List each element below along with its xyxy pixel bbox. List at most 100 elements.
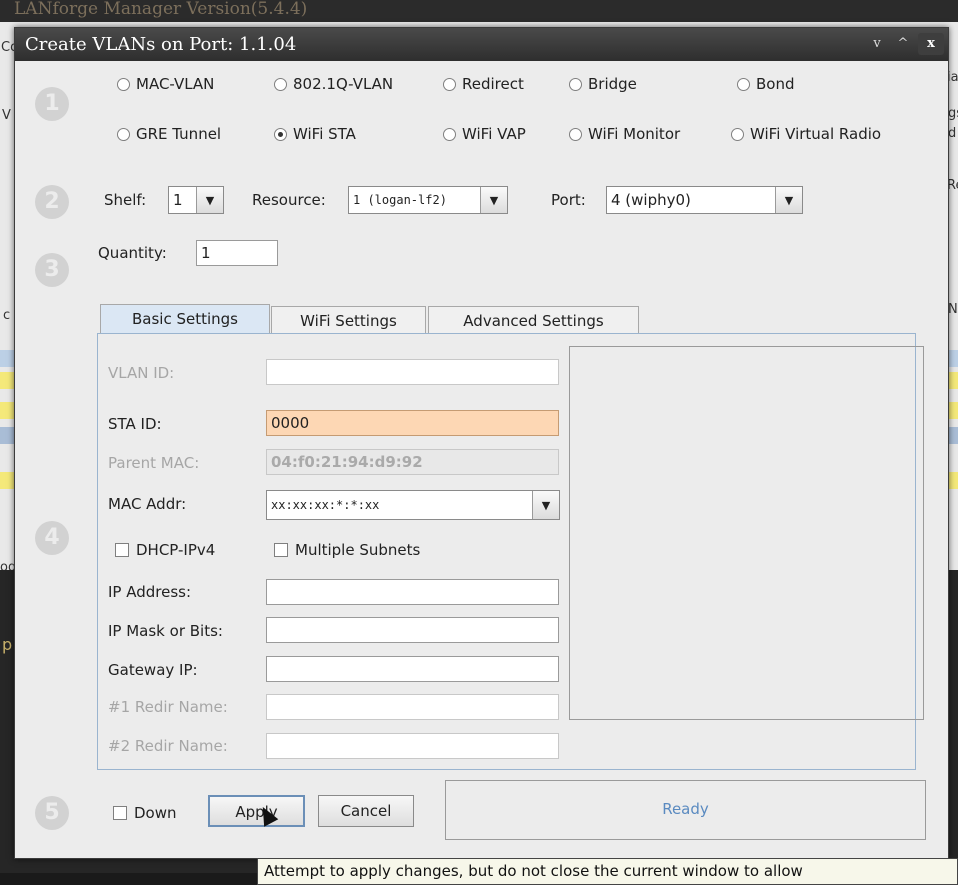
parent-mac-input: 04:f0:21:94:d9:92 xyxy=(266,449,559,475)
radio-label: GRE Tunnel xyxy=(136,125,222,143)
port-select[interactable]: 4 (wiphy0) ▼ xyxy=(606,186,803,214)
parent-mac-label: Parent MAC: xyxy=(108,454,200,472)
radio-label: WiFi Monitor xyxy=(588,125,681,143)
radio-button-icon xyxy=(117,77,130,91)
background-table-row xyxy=(0,350,14,367)
radio-button-selected-icon xyxy=(274,127,287,141)
mac-addr-select[interactable]: xx:xx:xx:*:*:xx ▼ xyxy=(266,490,560,520)
step-4-icon: 4 xyxy=(35,521,69,555)
radio-label: Bridge xyxy=(588,75,637,93)
tab-advanced-settings[interactable]: Advanced Settings xyxy=(428,306,639,335)
radio-button-icon xyxy=(443,77,456,91)
mac-addr-value: xx:xx:xx:*:*:xx xyxy=(271,498,380,512)
resource-value: 1 (logan-lf2) xyxy=(353,193,447,207)
dhcp-ipv4-checkbox[interactable]: DHCP-IPv4 xyxy=(115,541,215,559)
radio-button-icon xyxy=(731,127,744,141)
chevron-down-icon[interactable]: ▼ xyxy=(480,187,507,213)
background-table-row xyxy=(0,427,14,444)
background-edge-label: N xyxy=(948,302,958,317)
background-edge-label: p xyxy=(2,635,13,654)
radio-label: WiFi VAP xyxy=(462,125,526,143)
gateway-ip-input[interactable] xyxy=(266,656,559,682)
radio-label: WiFi STA xyxy=(293,125,356,143)
radio-label: MAC-VLAN xyxy=(136,75,215,93)
create-vlans-dialog: Create VLANs on Port: 1.1.04 v ^ x 1 2 3… xyxy=(14,27,949,859)
port-value: 4 (wiphy0) xyxy=(611,191,691,209)
radio-label: Redirect xyxy=(462,75,524,93)
ip-address-label: IP Address: xyxy=(108,583,192,601)
minimize-icon[interactable]: v xyxy=(864,33,890,55)
redir2-name-input[interactable] xyxy=(266,733,559,759)
close-icon[interactable]: x xyxy=(918,33,944,55)
sta-id-label: STA ID: xyxy=(108,415,162,433)
dialog-title-bar[interactable]: Create VLANs on Port: 1.1.04 v ^ x xyxy=(15,28,948,61)
step-3-icon: 3 xyxy=(35,253,69,287)
shelf-label: Shelf: xyxy=(104,191,147,209)
ip-address-input[interactable] xyxy=(266,579,559,605)
ip-mask-input[interactable] xyxy=(266,617,559,643)
down-checkbox[interactable]: Down xyxy=(113,804,177,822)
background-edge-label: d xyxy=(948,126,957,141)
quantity-input[interactable]: 1 xyxy=(196,240,278,266)
sta-id-input[interactable]: 0000 xyxy=(266,410,559,436)
checkbox-icon xyxy=(113,806,127,820)
tab-wifi-settings[interactable]: WiFi Settings xyxy=(271,306,426,335)
radio-button-icon xyxy=(274,77,287,91)
checkbox-label: Multiple Subnets xyxy=(295,541,421,559)
checkbox-icon xyxy=(274,543,288,557)
radio-label: WiFi Virtual Radio xyxy=(750,125,882,143)
chevron-down-icon[interactable]: ▼ xyxy=(196,187,223,213)
redir1-name-input[interactable] xyxy=(266,694,559,720)
radio-bond[interactable]: Bond xyxy=(737,75,795,93)
checkbox-label: DHCP-IPv4 xyxy=(136,541,216,559)
resource-label: Resource: xyxy=(252,191,326,209)
apply-tooltip: Attempt to apply changes, but do not clo… xyxy=(257,858,958,885)
vlan-id-label: VLAN ID: xyxy=(108,364,175,382)
port-label: Port: xyxy=(551,191,586,209)
dialog-title: Create VLANs on Port: 1.1.04 xyxy=(25,34,297,55)
background-app-title: LANforge Manager Version(5.4.4) xyxy=(0,0,958,22)
resource-select[interactable]: 1 (logan-lf2) ▼ xyxy=(348,186,508,214)
radio-mac-vlan[interactable]: MAC-VLAN xyxy=(117,75,214,93)
background-edge-label: c xyxy=(3,308,11,323)
background-edge-label: V xyxy=(2,108,11,123)
shelf-value: 1 xyxy=(173,191,183,209)
radio-button-icon xyxy=(569,77,582,91)
radio-redirect[interactable]: Redirect xyxy=(443,75,524,93)
mac-addr-label: MAC Addr: xyxy=(108,495,187,513)
maximize-icon[interactable]: ^ xyxy=(890,33,916,55)
checkbox-label: Down xyxy=(134,804,177,822)
radio-button-icon xyxy=(569,127,582,141)
step-1-icon: 1 xyxy=(35,87,69,121)
radio-wifi-vap[interactable]: WiFi VAP xyxy=(443,125,526,143)
status-panel: Ready xyxy=(445,780,926,840)
radio-label: 802.1Q-VLAN xyxy=(293,75,394,93)
radio-gre-tunnel[interactable]: GRE Tunnel xyxy=(117,125,221,143)
radio-button-icon xyxy=(443,127,456,141)
vlan-id-input[interactable] xyxy=(266,359,559,385)
tab-basic-settings[interactable]: Basic Settings xyxy=(100,304,270,335)
checkbox-icon xyxy=(115,543,129,557)
redir1-name-label: #1 Redir Name: xyxy=(108,698,228,716)
quantity-label: Quantity: xyxy=(98,244,167,262)
step-5-icon: 5 xyxy=(35,796,69,830)
radio-wifi-sta[interactable]: WiFi STA xyxy=(274,125,356,143)
radio-button-icon xyxy=(117,127,130,141)
radio-wifi-monitor[interactable]: WiFi Monitor xyxy=(569,125,680,143)
background-table-row xyxy=(0,372,14,389)
shelf-select[interactable]: 1 ▼ xyxy=(168,186,224,214)
chevron-down-icon[interactable]: ▼ xyxy=(532,491,559,519)
chevron-down-icon[interactable]: ▼ xyxy=(775,187,802,213)
multiple-subnets-checkbox[interactable]: Multiple Subnets xyxy=(274,541,420,559)
background-edge-label: gs xyxy=(948,106,958,121)
blank-side-panel xyxy=(569,346,924,720)
redir2-name-label: #2 Redir Name: xyxy=(108,737,228,755)
radio-label: Bond xyxy=(756,75,795,93)
radio-802-1q-vlan[interactable]: 802.1Q-VLAN xyxy=(274,75,393,93)
background-table-row xyxy=(0,402,14,419)
radio-wifi-virtual-radio[interactable]: WiFi Virtual Radio xyxy=(731,125,881,143)
radio-bridge[interactable]: Bridge xyxy=(569,75,637,93)
gateway-ip-label: Gateway IP: xyxy=(108,661,198,679)
radio-button-icon xyxy=(737,77,750,91)
cancel-button[interactable]: Cancel xyxy=(318,795,414,827)
